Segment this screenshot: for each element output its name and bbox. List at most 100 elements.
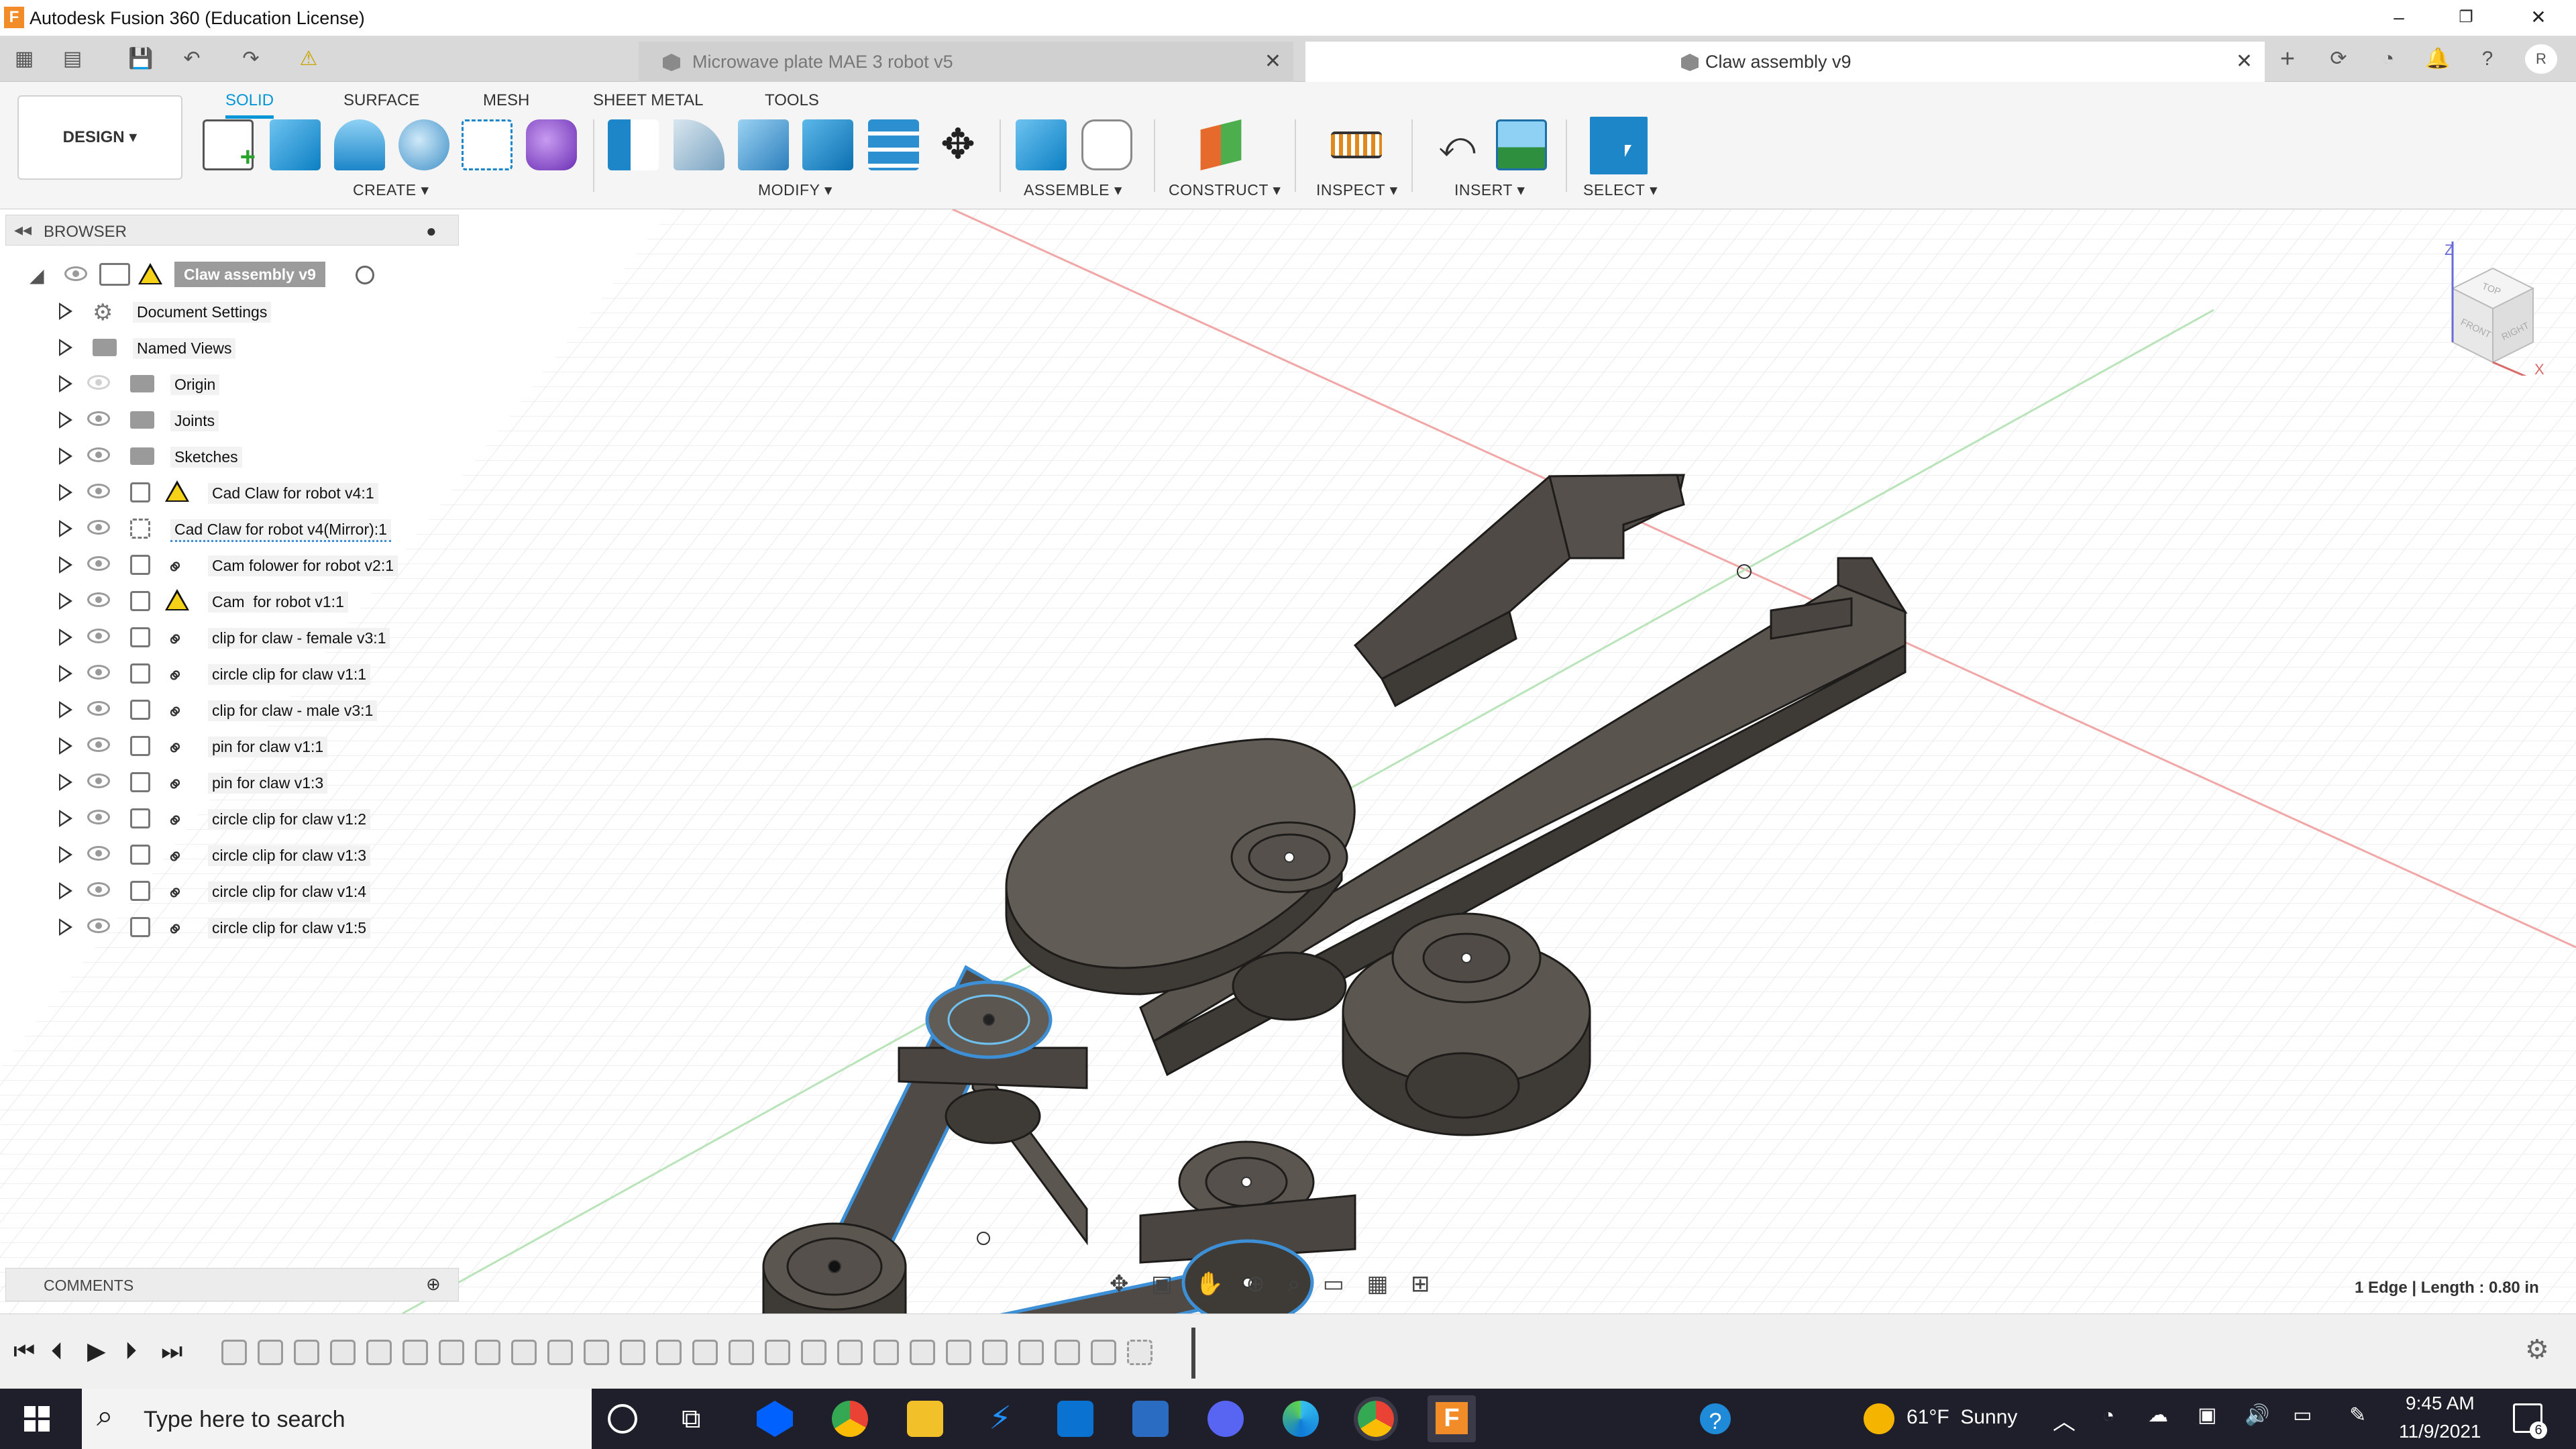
timeline-feature-icon[interactable] — [1127, 1340, 1152, 1365]
network-icon[interactable]: ◔ — [2102, 1405, 2114, 1428]
minimize-icon[interactable]: – — [2372, 4, 2426, 31]
go-to-end-icon[interactable]: ⏭ — [161, 1337, 182, 1366]
select-tool-icon[interactable] — [1590, 117, 1648, 174]
weather-text[interactable]: 61°F Sunny — [1907, 1406, 2017, 1429]
workspace-switcher[interactable]: DESIGN ▾ — [17, 95, 182, 180]
vs-code-icon[interactable]: ⚡ — [982, 1401, 1018, 1437]
insert-menu[interactable]: INSERT ▾ — [1454, 181, 1525, 199]
mail-icon[interactable] — [1057, 1401, 1093, 1437]
visibility-icon[interactable] — [87, 556, 110, 571]
create-form-icon[interactable] — [526, 119, 577, 170]
browser-item-sketches[interactable]: Sketches — [0, 439, 460, 472]
notifications-icon[interactable]: 🔔 — [2422, 44, 2454, 74]
go-to-start-icon[interactable]: ⏮ — [13, 1337, 35, 1366]
store-icon[interactable] — [1132, 1401, 1169, 1437]
visibility-icon[interactable] — [87, 773, 110, 788]
visibility-icon[interactable] — [64, 266, 87, 281]
warning-icon[interactable]: ⚠ — [292, 44, 325, 74]
add-comment-icon[interactable]: ⊕ — [426, 1274, 441, 1295]
clock-date[interactable]: 11/9/2021 — [2399, 1421, 2481, 1442]
assemble-menu[interactable]: ASSEMBLE ▾ — [1024, 181, 1122, 199]
insert-derive-icon[interactable]: ⤺ — [1432, 119, 1483, 170]
timeline-feature-icon[interactable] — [294, 1340, 319, 1365]
view-cube[interactable]: Z X TOP FRONT RIGHT — [2426, 241, 2546, 384]
visibility-icon[interactable] — [87, 737, 110, 752]
visibility-icon[interactable] — [87, 846, 110, 861]
activate-radio-icon[interactable] — [356, 266, 374, 284]
fusion-taskbar-button[interactable]: F — [1428, 1395, 1476, 1442]
browser-item-component[interactable]: ⚭ circle clip for claw v1:5 — [0, 910, 460, 944]
cortana-icon[interactable] — [608, 1404, 637, 1434]
timeline-feature-icon[interactable] — [982, 1340, 1008, 1365]
comments-panel[interactable]: COMMENTS ⊕ — [5, 1268, 459, 1301]
browser-item-named-views[interactable]: Named Views — [0, 330, 460, 364]
undo-icon[interactable]: ↶ — [176, 44, 208, 74]
visibility-icon[interactable] — [87, 810, 110, 824]
step-back-icon[interactable]: ⏴ — [51, 1337, 63, 1366]
edge-icon[interactable] — [1283, 1401, 1319, 1437]
browser-item-component[interactable]: ⚭ clip for claw - female v3:1 — [0, 620, 460, 654]
clock-time[interactable]: 9:45 AM — [2406, 1393, 2475, 1414]
tab-surface[interactable]: SURFACE — [343, 91, 419, 110]
restore-icon[interactable]: ❐ — [2439, 4, 2493, 31]
visibility-icon[interactable] — [87, 882, 110, 897]
collapse-browser-icon[interactable]: ◂◂ — [14, 219, 32, 240]
grid-settings-icon[interactable]: ▦ — [1366, 1271, 1388, 1297]
timeline-feature-icon[interactable] — [584, 1340, 609, 1365]
visibility-icon[interactable] — [87, 447, 110, 462]
step-forward-icon[interactable]: ⏵ — [125, 1337, 137, 1366]
modify-menu[interactable]: MODIFY ▾ — [758, 181, 833, 199]
timeline-feature-icon[interactable] — [765, 1340, 790, 1365]
play-icon[interactable]: ▶ — [87, 1337, 106, 1365]
browser-item-component[interactable]: Cam for robot v1:1 — [0, 584, 460, 617]
browser-item-component[interactable]: ⚭ circle clip for claw v1:2 — [0, 801, 460, 835]
timeline-feature-icon[interactable] — [258, 1340, 283, 1365]
timeline-feature-icon[interactable] — [910, 1340, 935, 1365]
visibility-icon[interactable] — [87, 484, 110, 498]
display-settings-icon[interactable]: ▭ — [1323, 1271, 1344, 1297]
file-menu-icon[interactable]: ▤ — [56, 44, 89, 74]
select-menu[interactable]: SELECT ▾ — [1583, 181, 1658, 199]
press-pull-icon[interactable] — [608, 119, 659, 170]
pattern-icon[interactable] — [462, 119, 513, 170]
redo-icon[interactable]: ↷ — [235, 44, 267, 74]
orbit-icon[interactable]: ✥ — [1110, 1271, 1129, 1297]
timeline-feature-icon[interactable] — [656, 1340, 682, 1365]
file-explorer-icon[interactable] — [907, 1401, 943, 1437]
viewports-icon[interactable]: ⊞ — [1411, 1271, 1430, 1297]
measure-icon[interactable] — [1331, 131, 1382, 158]
timeline-settings-gear-icon[interactable]: ⚙ — [2525, 1334, 2549, 1365]
tab-sheet-metal[interactable]: SHEET METAL — [593, 91, 703, 110]
weather-sun-icon[interactable] — [1864, 1403, 1894, 1434]
shell-icon[interactable] — [802, 119, 853, 170]
fillet-icon[interactable] — [674, 119, 724, 170]
browser-item-component[interactable]: ⚭ clip for claw - male v3:1 — [0, 692, 460, 727]
user-avatar[interactable]: R — [2525, 44, 2557, 74]
timeline-feature-icon[interactable] — [1091, 1340, 1116, 1365]
taskbar-search[interactable]: ⌕ Type here to search — [82, 1389, 592, 1449]
timeline-feature-icon[interactable] — [946, 1340, 971, 1365]
pen-icon[interactable]: ✎ — [2349, 1403, 2366, 1427]
visibility-icon[interactable] — [87, 520, 110, 535]
visibility-icon[interactable] — [87, 592, 110, 607]
browser-item-component[interactable]: ⚭ pin for claw v1:3 — [0, 765, 460, 799]
timeline-feature-icon[interactable] — [873, 1340, 899, 1365]
timeline-marker[interactable] — [1191, 1328, 1195, 1379]
fit-icon[interactable]: ⌕ — [1287, 1271, 1300, 1297]
browser-item-origin[interactable]: Origin — [0, 366, 460, 400]
hole-icon[interactable] — [398, 119, 449, 170]
dropbox-icon[interactable] — [757, 1401, 793, 1437]
tab-claw-assembly[interactable]: Claw assembly v9 ✕ — [1305, 42, 2265, 82]
timeline-feature-icon[interactable] — [801, 1340, 826, 1365]
save-icon[interactable]: 💾 — [125, 44, 157, 74]
tab-tools[interactable]: TOOLS — [765, 91, 819, 110]
browser-item-document-settings[interactable]: ⚙ Document Settings — [0, 294, 460, 327]
browser-item-component[interactable]: ⚭ circle clip for claw v1:3 — [0, 837, 460, 871]
look-at-icon[interactable]: ▣ — [1151, 1271, 1173, 1297]
timeline-feature-icon[interactable] — [1055, 1340, 1080, 1365]
extrude-icon[interactable] — [270, 119, 321, 170]
timeline-feature-icon[interactable] — [511, 1340, 537, 1365]
tab-solid[interactable]: SOLID — [225, 91, 274, 119]
move-copy-icon[interactable]: ✥ — [932, 119, 983, 170]
split-body-icon[interactable] — [868, 119, 919, 170]
